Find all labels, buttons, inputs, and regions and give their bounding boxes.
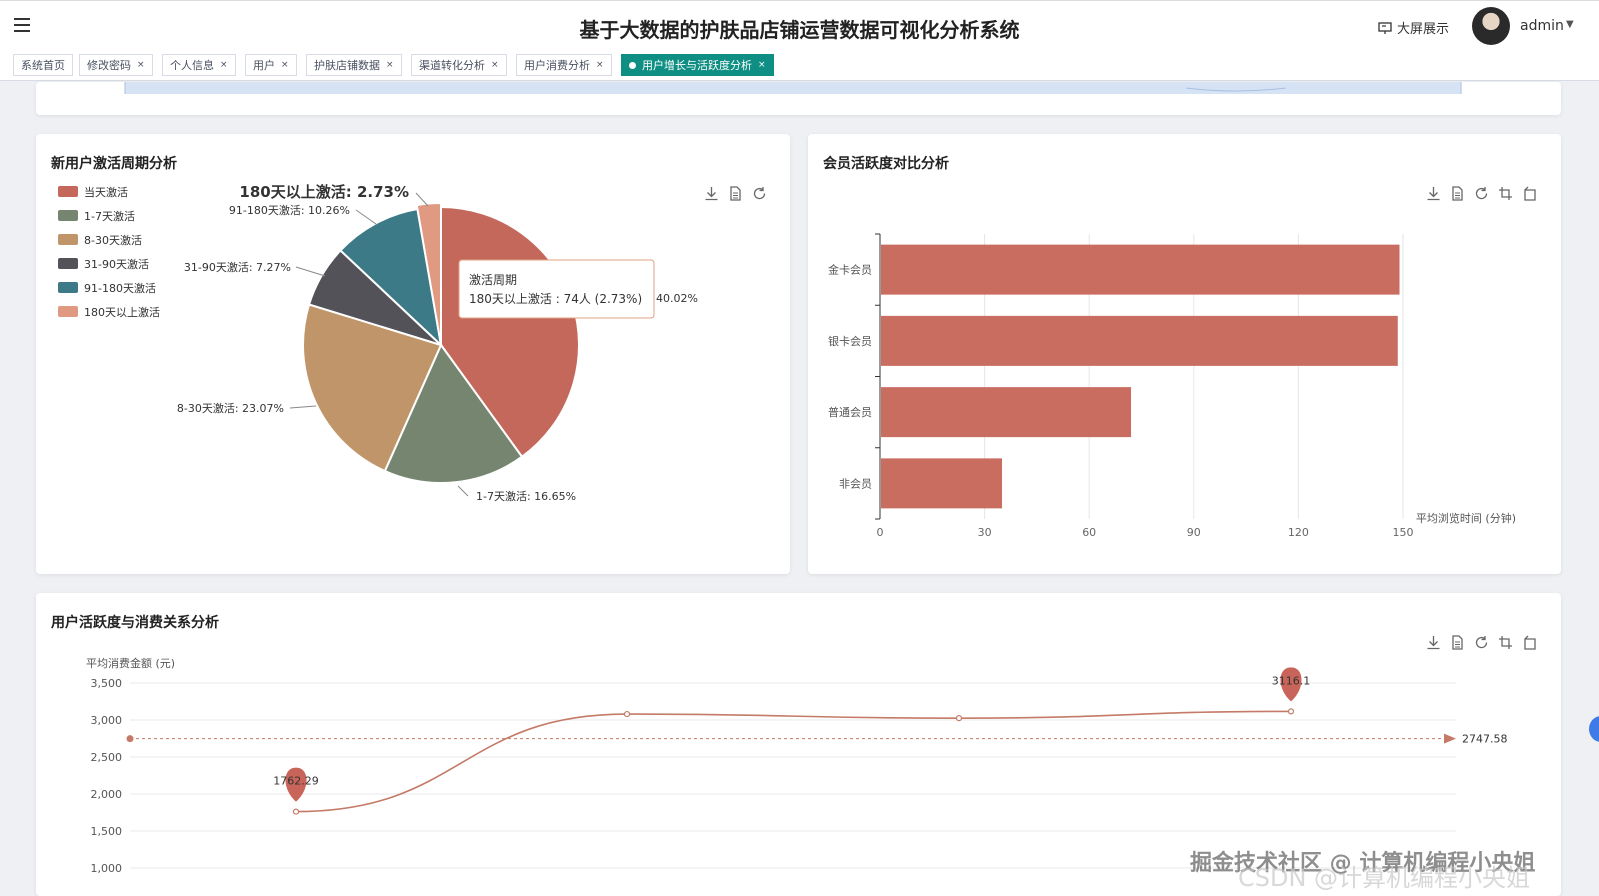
- legend-label: 91-180天激活: [84, 281, 156, 295]
- tab-0[interactable]: 系统首页: [13, 54, 73, 76]
- pie-label-line: [457, 485, 469, 497]
- data-point: [955, 715, 963, 722]
- y-category-label: 银卡会员: [828, 334, 872, 348]
- pie-label-line: [289, 405, 317, 409]
- legend-label: 当天激活: [84, 185, 128, 199]
- tab-5[interactable]: 渠道转化分析 ×: [411, 54, 507, 76]
- presentation-icon: [1378, 21, 1392, 34]
- tab-close-icon[interactable]: ×: [220, 60, 228, 70]
- max-marker-label: 3116.1: [1272, 674, 1311, 687]
- caret-down-icon[interactable]: ▼: [1566, 19, 1574, 30]
- big-screen-button[interactable]: 大屏展示: [1378, 18, 1449, 37]
- activation-cycle-panel: 新用户激活周期分析 当天激活 1-7天激活 8-30天激活 31-90天激活 91-18…: [36, 134, 790, 574]
- pie-label: 31-90天激活: 7.27%: [184, 260, 291, 274]
- pie-label-line: [295, 266, 326, 277]
- legend-label: 31-90天激活: [84, 257, 149, 271]
- tooltip-text: 180天以上激活 : 74人 (2.73%): [469, 292, 642, 306]
- bar-2: [881, 387, 1132, 438]
- y-category-label: 非会员: [839, 477, 872, 490]
- tab-close-icon[interactable]: ×: [281, 60, 289, 70]
- x-tick-label: 0: [877, 526, 884, 539]
- pie-label: 40.02%: [656, 292, 698, 305]
- legend-label: 1-7天激活: [84, 209, 135, 223]
- bar-0: [881, 244, 1400, 295]
- pie-label: 8-30天激活: 23.07%: [177, 401, 284, 415]
- x-axis-title: 平均浏览时间 (分钟): [1416, 511, 1516, 525]
- tab-label: 渠道转化分析: [419, 59, 485, 72]
- data-point: [1287, 708, 1295, 715]
- legend-swatch: [58, 210, 78, 221]
- y-tick-label: 1,500: [91, 825, 123, 838]
- series-line: [295, 710, 1292, 813]
- x-tick-label: 30: [978, 526, 992, 539]
- average-arrow: [1444, 733, 1456, 744]
- y-tick-label: 2,500: [91, 751, 123, 764]
- average-label: 2747.58: [1462, 733, 1508, 746]
- y-tick-label: 1,000: [91, 862, 123, 875]
- top-chart-panel: [36, 82, 1561, 115]
- tab-label: 个人信息: [170, 59, 214, 72]
- data-zoom-slider[interactable]: [36, 82, 1561, 115]
- min-marker-label: 1762.29: [273, 775, 319, 788]
- pie-label-line: [355, 209, 377, 225]
- x-tick-label: 120: [1288, 526, 1309, 539]
- tab-close-icon[interactable]: ×: [386, 60, 394, 70]
- tab-close-icon[interactable]: ×: [491, 60, 499, 70]
- legend-swatch: [58, 306, 78, 317]
- bar-chart: 0 30 60 90 120 150 金卡会员银卡会员普通会员非会员平均浏览时间 (分钟): [828, 233, 1516, 539]
- tab-label: 用户消费分析: [524, 59, 590, 72]
- tab-bar: 系统首页 修改密码 × 个人信息 × 用户 × 护肤店铺数据 × 渠道转化分析 × 用户消费分析 × 用户…: [0, 50, 1599, 81]
- pie-label: 180天以上激活: 2.73%: [239, 183, 409, 201]
- top-bar: 基于大数据的护肤品店铺运营数据可视化分析系统 大屏展示 admin ▼: [0, 0, 1599, 50]
- legend-swatch: [58, 234, 78, 245]
- floating-assistant-button[interactable]: [1589, 716, 1599, 742]
- tab-3[interactable]: 用户 ×: [245, 54, 297, 76]
- user-name[interactable]: admin: [1520, 18, 1564, 34]
- tab-2[interactable]: 个人信息 ×: [162, 54, 236, 76]
- tab-label: 用户: [253, 59, 275, 72]
- tab-label: 用户增长与活跃度分析: [642, 59, 752, 72]
- watermark-csdn: CSDN @计算机编程小央姐: [1238, 864, 1531, 892]
- page-title: 基于大数据的护肤品店铺运营数据可视化分析系统: [579, 18, 1020, 42]
- avatar[interactable]: [1472, 7, 1510, 45]
- active-dot-icon: [629, 61, 636, 69]
- tab-close-icon[interactable]: ×: [596, 60, 604, 70]
- tooltip-box: [458, 259, 655, 319]
- y-tick-label: 3,500: [91, 677, 123, 690]
- tooltip-title: 激活周期: [469, 273, 517, 287]
- tab-close-icon[interactable]: ×: [137, 60, 145, 70]
- legend-label: 8-30天激活: [84, 233, 142, 247]
- average-start-dot: [126, 735, 134, 743]
- y-axis-title: 平均消费金额 (元): [86, 656, 175, 670]
- y-category-label: 金卡会员: [828, 263, 872, 277]
- data-point: [292, 808, 300, 815]
- tab-7[interactable]: 用户增长与活跃度分析 ×: [621, 54, 774, 76]
- data-point: [623, 710, 631, 718]
- pie-label: 1-7天激活: 16.65%: [476, 489, 576, 503]
- tab-label: 修改密码: [87, 59, 131, 72]
- x-tick-label: 90: [1187, 526, 1201, 539]
- tab-label: 护肤店铺数据: [314, 59, 380, 72]
- legend-swatch: [58, 282, 78, 293]
- y-category-label: 普通会员: [828, 405, 872, 419]
- y-tick-label: 2,000: [91, 788, 123, 801]
- legend-label: 180天以上激活: [84, 305, 160, 319]
- bar-1: [881, 315, 1398, 366]
- y-tick-label: 3,000: [91, 714, 123, 727]
- legend-swatch: [58, 258, 78, 269]
- tab-6[interactable]: 用户消费分析 ×: [516, 54, 612, 76]
- bar-3: [881, 458, 1003, 509]
- big-screen-label: 大屏展示: [1397, 22, 1450, 37]
- pie-chart: 当天激活 1-7天激活 8-30天激活 31-90天激活 91-180天激活 180天以上…: [58, 183, 698, 503]
- tab-close-icon[interactable]: ×: [758, 60, 766, 70]
- tab-label: 系统首页: [21, 59, 65, 72]
- tab-4[interactable]: 护肤店铺数据 ×: [306, 54, 402, 76]
- legend-swatch: [58, 186, 78, 197]
- x-tick-label: 60: [1082, 526, 1096, 539]
- member-activity-panel: 会员活跃度对比分析 0 30 60 90 120 150 金卡会员 银卡会员 普通会员 非会员 平均…: [808, 134, 1561, 574]
- pie-label: 91-180天激活: 10.26%: [229, 203, 350, 217]
- x-tick-label: 150: [1393, 526, 1414, 539]
- tab-1[interactable]: 修改密码 ×: [79, 54, 153, 76]
